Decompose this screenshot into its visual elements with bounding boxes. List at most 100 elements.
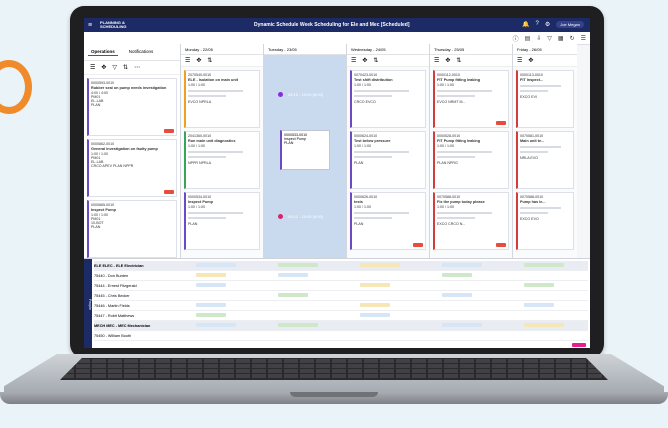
operation-card[interactable]: 0070588-0010 Fix the pump today please 1…	[433, 192, 509, 250]
operation-card[interactable]: 0000662-0010 General investigation on fa…	[87, 139, 177, 197]
day-column-monday: Monday - 22/05 ☰ ✥ ⇅ 2070540-0010 ELE - …	[181, 44, 264, 258]
move-icon[interactable]: ✥	[196, 57, 201, 64]
capacity-cell	[196, 313, 226, 317]
help-icon[interactable]: ?	[535, 21, 538, 28]
operation-card[interactable]: 0000624-0010 Test below pressure 1:00 / …	[350, 131, 426, 189]
people-row[interactable]: 75447 - Robit Matthews	[94, 311, 588, 321]
operation-card[interactable]: 0000626-0010 tests 1:00 / 1:00 PLAN	[350, 192, 426, 250]
people-row[interactable]: 75444 - Ernest Fitzgerald	[94, 281, 588, 291]
time-slot: 08:12 - 10:00 (8:00)	[288, 92, 324, 97]
people-tab[interactable]: People	[84, 259, 92, 348]
operation-card[interactable]: 0000534-0010 Inspect Pump 1:00 / 1:00 PL…	[184, 192, 260, 250]
operation-card[interactable]: 0000112-0010 FIT Pump fitting leaking 1:…	[433, 70, 509, 128]
sort-icon[interactable]: ⇅	[373, 57, 378, 64]
backlog-tabs: Operations Notifications	[84, 44, 180, 61]
app-logo: PLANNING & SCHEDULING	[100, 20, 127, 29]
capacity-cell	[524, 303, 554, 307]
capacity-cell	[360, 263, 400, 267]
people-row[interactable]: 75450 - William Booth	[94, 331, 588, 341]
filter-icon[interactable]: ▽	[112, 64, 117, 71]
list-icon[interactable]: ☰	[185, 57, 190, 64]
capacity-cell	[442, 263, 482, 267]
operation-card[interactable]: 0000665-0010 Inspect Pump 1:00 / 1:00 PM…	[87, 200, 177, 258]
people-row[interactable]: 75440 - Don Burden	[94, 271, 588, 281]
capacity-cell	[196, 273, 226, 277]
operation-card[interactable]: 0070588-0010 Pump has le... EXCO EVO	[516, 192, 574, 250]
operation-card[interactable]: 0070581-0010 Main unit te... NRLA EVO	[516, 131, 574, 189]
tab-notifications[interactable]: Notifications	[126, 48, 157, 56]
people-row[interactable]: 75446 - Martin Fields	[94, 301, 588, 311]
list-icon[interactable]: ☰	[517, 57, 522, 64]
list-icon[interactable]: ☰	[351, 57, 356, 64]
view-icon[interactable]: ☰	[581, 35, 586, 42]
schedule-board: Operations Notifications ☰ ✥ ▽ ⇅ ⋯ 00005…	[84, 44, 590, 258]
laptop-screen: ≡ PLANNING & SCHEDULING Dynamic Schedule …	[84, 18, 590, 348]
day-header: Wednesday - 24/05	[347, 44, 429, 55]
filter-icon[interactable]: ▽	[547, 35, 552, 42]
operation-card[interactable]: 0000593-0010 Rubber seal on pump needs i…	[87, 78, 177, 136]
operation-card[interactable]: 0070423-0010 Test shift distribution 1:0…	[350, 70, 426, 128]
capacity-cell	[196, 263, 236, 267]
capacity-cell	[360, 283, 390, 287]
slot-marker-icon	[278, 214, 283, 219]
column-tools: ☰ ✥ ⇅	[430, 55, 512, 67]
capacity-cell	[278, 273, 308, 277]
people-group-row[interactable]: MECH MEC - MEC Mechanician	[94, 321, 588, 331]
day-header: Thursday - 25/05	[430, 44, 512, 55]
laptop-notch	[290, 392, 378, 397]
dragged-operation-card[interactable]: 0000533-0010 Inspect Pump PLAN	[280, 130, 330, 170]
app-header: ≡ PLANNING & SCHEDULING Dynamic Schedule …	[84, 18, 590, 32]
backlog-panel: Operations Notifications ☰ ✥ ▽ ⇅ ⋯ 00005…	[84, 44, 181, 258]
operation-card[interactable]: 0000113-0010 FIT Inspect... EXCO EVI	[516, 70, 574, 128]
print-icon[interactable]: ▤	[525, 35, 531, 42]
capacity-cell	[278, 323, 318, 327]
refresh-icon[interactable]: ↻	[570, 35, 575, 42]
info-icon[interactable]: ⓘ	[513, 34, 519, 43]
capacity-cell	[278, 293, 308, 297]
status-badge	[164, 190, 174, 194]
decorative-orange-arc	[0, 60, 32, 114]
day-header: Monday - 22/05	[181, 44, 263, 55]
operation-card[interactable]: 2070540-0010 ELE - Isolation on main uni…	[184, 70, 260, 128]
more-icon[interactable]: ⋯	[134, 64, 140, 71]
operation-card[interactable]: 2041360-0010 Run main unit diagnostics 1…	[184, 131, 260, 189]
status-badge	[164, 129, 174, 133]
people-panel: People ELE ELEC - ELE Electrician 75440 …	[84, 258, 590, 348]
tab-operations[interactable]: Operations	[88, 48, 118, 56]
operation-card[interactable]: 0000528-0010 FIT Pump fitting leaking 1:…	[433, 131, 509, 189]
sort-icon[interactable]: ⇅	[207, 57, 212, 64]
capacity-cell	[524, 323, 564, 327]
settings-icon[interactable]: ⚙	[545, 21, 550, 28]
people-group-row[interactable]: ELE ELEC - ELE Electrician	[94, 261, 588, 271]
slot-marker-icon	[278, 92, 283, 97]
move-icon[interactable]: ✥	[528, 57, 533, 64]
backlog-tools: ☰ ✥ ▽ ⇅ ⋯	[84, 61, 180, 75]
grid-icon[interactable]: ▦	[558, 35, 564, 42]
list-icon[interactable]: ☰	[434, 57, 439, 64]
laptop-keyboard	[60, 358, 608, 380]
day-column-friday: Friday - 26/05 ☰ ✥ 0000113-0010 FIT Insp…	[513, 44, 577, 258]
list-icon[interactable]: ☰	[90, 64, 95, 71]
status-badge	[413, 243, 423, 247]
move-icon[interactable]: ✥	[445, 57, 450, 64]
user-menu[interactable]: Joe Megan	[556, 21, 584, 28]
time-slot: 09:12 - 10:00 (8:00)	[288, 214, 324, 219]
capacity-cell	[442, 323, 482, 327]
hamburger-menu-icon[interactable]: ≡	[84, 22, 96, 29]
sort-icon[interactable]: ⇅	[123, 64, 128, 71]
capacity-cell	[442, 273, 472, 277]
download-icon[interactable]: ⇩	[536, 35, 541, 42]
notification-bell-icon[interactable]: 🔔	[522, 21, 529, 28]
day-column-tuesday-dropzone[interactable]: Tuesday - 23/05 08:12 - 10:00 (8:00) 000…	[264, 44, 347, 258]
capacity-cell	[360, 303, 390, 307]
capacity-cell	[442, 293, 472, 297]
move-icon[interactable]: ✥	[101, 64, 106, 71]
status-badge	[496, 243, 506, 247]
column-tools: ☰ ✥ ⇅	[181, 55, 263, 67]
sort-icon[interactable]: ⇅	[456, 57, 461, 64]
people-row[interactable]: 75445 - Chris Becker	[94, 291, 588, 301]
capacity-cell	[196, 303, 226, 307]
day-column-thursday: Thursday - 25/05 ☰ ✥ ⇅ 0000112-0010 FIT …	[430, 44, 513, 258]
move-icon[interactable]: ✥	[362, 57, 367, 64]
capacity-cell	[196, 323, 236, 327]
